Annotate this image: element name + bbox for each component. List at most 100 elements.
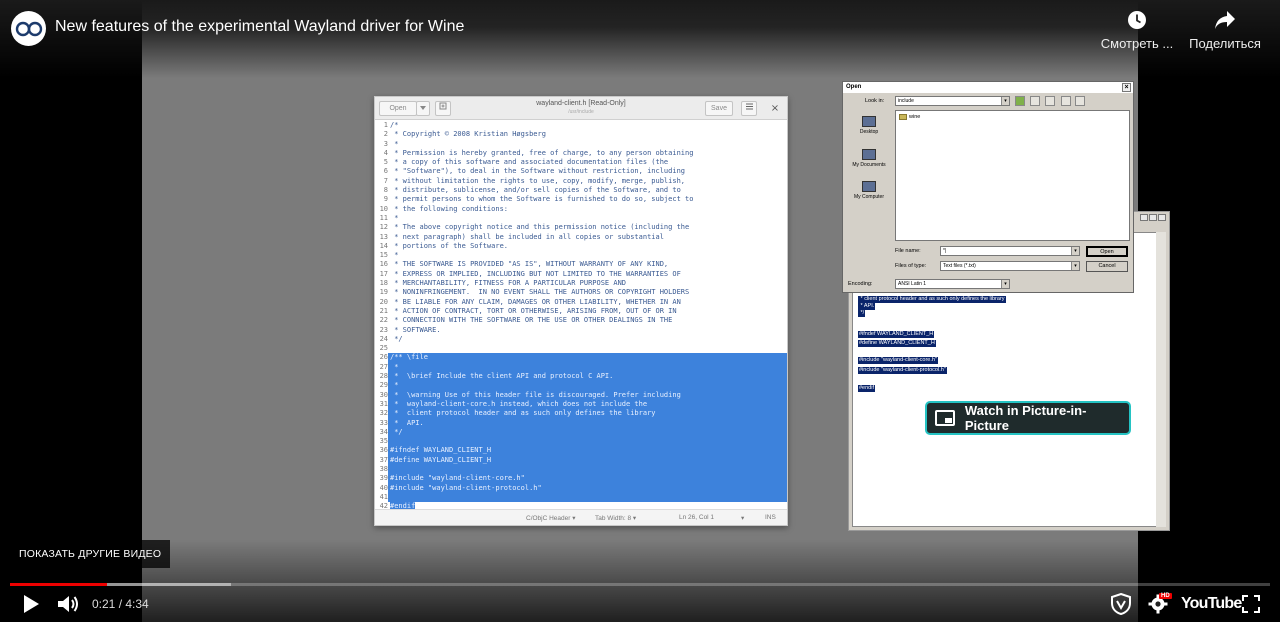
line-text: * [390, 139, 399, 148]
code-line: 31 * wayland-client-core.h instead, whic… [375, 399, 787, 410]
file-item[interactable]: wine [899, 114, 920, 120]
fullscreen-button[interactable] [1240, 591, 1262, 617]
video-player[interactable]: Open wayland-client.h [Read-Only] /usr/i… [0, 0, 1280, 622]
line-number: 31 [375, 399, 388, 410]
code-line: 32 * client protocol header and as such … [375, 409, 787, 419]
line-number: 4 [383, 148, 388, 157]
my-computer-icon [862, 181, 876, 192]
look-in-combo[interactable]: include ▾ [895, 96, 1010, 106]
line-text: * distribute, sublicense, and/or sell co… [390, 186, 681, 195]
play-button[interactable] [18, 591, 44, 617]
channel-avatar[interactable] [11, 11, 46, 46]
code-line: 10 * the following conditions: [375, 205, 787, 214]
notepad-scrollbar[interactable] [1156, 232, 1166, 527]
minimize-button[interactable] [1140, 214, 1148, 221]
tab-width-selector[interactable]: Tab Width: 8 ▾ [595, 514, 636, 522]
open-dialog-close-button[interactable]: × [1122, 83, 1131, 92]
line-text: * permit persons to whom the Software is… [390, 195, 694, 204]
code-line: 9 * permit persons to whom the Software … [375, 195, 787, 204]
video-frame[interactable]: Open wayland-client.h [Read-Only] /usr/i… [142, 0, 1170, 622]
line-number: 16 [379, 260, 388, 269]
settings-button[interactable]: HD [1145, 591, 1172, 617]
gedit-text-view[interactable]: 1/* 2 * Copyright © 2008 Kristian Høgsber… [375, 121, 787, 511]
progress-played [10, 583, 107, 586]
share-button[interactable]: Поделиться [1189, 10, 1261, 51]
line-number: 28 [375, 372, 388, 382]
line-text: * EXPRESS OR IMPLIED, INCLUDING BUT NOT … [390, 269, 681, 278]
code-line: 14 * portions of the Software. [375, 242, 787, 251]
my-documents-icon [862, 149, 876, 160]
line-text: * THE SOFTWARE IS PROVIDED "AS IS", WITH… [390, 260, 669, 269]
place-desktop-label: Desktop [859, 129, 879, 135]
hamburger-menu-icon [745, 103, 753, 110]
line-text: * "Software"), to deal in the Software w… [390, 167, 686, 176]
line-number: 5 [383, 158, 388, 167]
chevron-down-icon: ▾ [1001, 280, 1009, 288]
code-line: 5 * a copy of this software and associat… [375, 158, 787, 167]
youtube-logo[interactable]: YouTube [1181, 595, 1242, 613]
maximize-button[interactable] [1149, 214, 1157, 221]
line-text: * The above copyright notice and this pe… [390, 223, 690, 232]
watch-later-button[interactable]: Смотреть ... [1101, 10, 1173, 51]
line-number: 19 [379, 288, 388, 297]
gedit-menu-button[interactable] [741, 101, 757, 116]
watch-later-label: Смотреть ... [1100, 36, 1174, 51]
line-text: * the following conditions: [390, 204, 509, 213]
line-number: 35 [375, 437, 388, 447]
line-text: * Permission is hereby granted, free of … [390, 148, 694, 157]
progress-bar[interactable] [10, 583, 1270, 586]
notepad-line: * client protocol header and as such onl… [858, 296, 1006, 303]
gedit-save-button[interactable]: Save [705, 101, 733, 116]
mute-button[interactable] [56, 591, 82, 617]
line-text: * [390, 213, 399, 222]
line-number: 11 [379, 213, 388, 222]
file-name-label: File name: [895, 248, 921, 254]
code-line: 36 #ifndef WAYLAND_CLIENT_H [375, 446, 787, 456]
chevron-down-icon: ▾ [1071, 262, 1079, 270]
code-line: 2 * Copyright © 2008 Kristian Høgsberg [375, 130, 787, 139]
line-text: /* [390, 121, 399, 129]
folder-options-icon[interactable] [1045, 96, 1055, 106]
open-button[interactable]: Open [1086, 246, 1128, 257]
language-selector[interactable]: C/ObjC Header ▾ [526, 514, 576, 522]
encoding-combo[interactable]: ANSI Latin 1 ▾ [895, 279, 1010, 289]
hd-badge: HD [1159, 593, 1172, 599]
look-in-value: include [898, 98, 914, 104]
cancel-button[interactable]: Cancel [1086, 261, 1128, 272]
files-of-type-value: Text files (*.txt) [943, 263, 976, 269]
place-my-computer[interactable]: My Computer [847, 181, 891, 200]
line-text: /** \file [390, 353, 428, 362]
code-line: 30 * \warning Use of this header file is… [375, 390, 787, 400]
details-view-icon[interactable] [1075, 96, 1085, 106]
close-button[interactable] [1158, 214, 1166, 221]
gedit-close-button[interactable]: × [767, 101, 783, 116]
line-number: 6 [383, 167, 388, 176]
file-list[interactable]: wine [895, 110, 1130, 241]
picture-in-picture-button[interactable]: Watch in Picture-in-Picture [925, 401, 1131, 435]
line-number: 9 [383, 195, 388, 204]
privacy-shield-button[interactable] [1108, 591, 1134, 617]
line-text: * without limitation the rights to use, … [390, 176, 686, 185]
files-of-type-combo[interactable]: Text files (*.txt) ▾ [940, 261, 1080, 271]
up-folder-icon[interactable] [1015, 96, 1025, 106]
line-text: * Copyright © 2008 Kristian Høgsberg [390, 130, 546, 139]
line-text: * NONINFRINGEMENT. IN NO EVENT SHALL THE… [390, 288, 690, 297]
file-name-field[interactable]: *| ▾ [940, 246, 1080, 256]
cursor-position[interactable]: Ln 26, Col 1 [679, 514, 714, 521]
notepad-line: #include "wayland-client-protocol.h" [858, 367, 947, 374]
line-text: * SOFTWARE. [390, 325, 441, 334]
place-desktop[interactable]: Desktop [847, 116, 891, 135]
chevron-down-icon: ▾ [1071, 247, 1079, 255]
more-videos-button[interactable]: ПОКАЗАТЬ ДРУГИЕ ВИДЕО [10, 540, 171, 568]
chevron-down-icon: ▾ [741, 515, 745, 522]
line-number: 32 [375, 409, 388, 419]
line-text: * \warning Use of this header file is di… [390, 390, 681, 399]
file-item-label: wine [909, 114, 921, 120]
list-view-icon[interactable] [1061, 96, 1071, 106]
new-folder-icon[interactable] [1030, 96, 1040, 106]
place-my-documents[interactable]: My Documents [847, 149, 891, 168]
cancel-button-label: Cancel [1098, 263, 1116, 269]
video-title[interactable]: New features of the experimental Wayland… [55, 18, 464, 36]
code-line: 6 * "Software"), to deal in the Software… [375, 167, 787, 176]
desktop-icon [862, 116, 876, 127]
